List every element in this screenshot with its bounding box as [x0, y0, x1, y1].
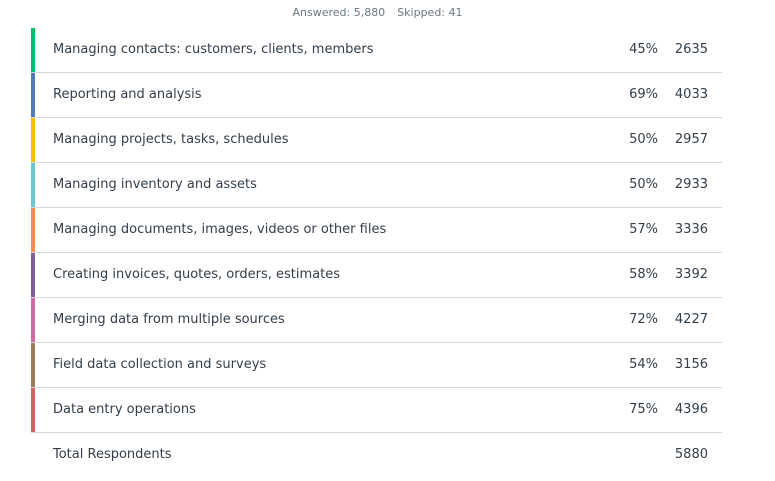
color-bar	[31, 253, 35, 297]
answer-percent: 58%	[629, 267, 658, 282]
answer-count: 4396	[674, 402, 708, 417]
answer-count: 4227	[674, 312, 708, 327]
answer-percent: 72%	[629, 312, 658, 327]
table-row: Managing documents, images, videos or ot…	[31, 208, 722, 253]
answer-label: Reporting and analysis	[53, 87, 202, 102]
answer-count: 2933	[674, 177, 708, 192]
color-bar	[31, 388, 35, 432]
answer-count: 3336	[674, 222, 708, 237]
table-row: Managing inventory and assets 50% 2933	[31, 163, 722, 208]
table-row: Managing projects, tasks, schedules 50% 29…	[31, 118, 722, 163]
table-row: Managing contacts: customers, clients, m…	[31, 28, 722, 73]
total-value: 5880	[674, 447, 708, 462]
answer-count: 4033	[674, 87, 708, 102]
total-row: Total Respondents 5880	[31, 433, 722, 477]
color-bar	[31, 118, 35, 162]
answer-count: 3156	[674, 357, 708, 372]
table-row: Merging data from multiple sources 72% 422…	[31, 298, 722, 343]
answer-label: Managing projects, tasks, schedules	[53, 132, 289, 147]
answer-label: Data entry operations	[53, 402, 196, 417]
color-bar	[31, 343, 35, 387]
answer-percent: 69%	[629, 87, 658, 102]
response-summary: Answered: 5,880 Skipped: 41	[0, 6, 755, 19]
answered-count: Answered: 5,880	[292, 6, 386, 19]
answer-count: 2957	[674, 132, 708, 147]
answer-count: 2635	[674, 42, 708, 57]
total-label: Total Respondents	[53, 447, 172, 462]
answer-percent: 54%	[629, 357, 658, 372]
color-bar	[31, 298, 35, 342]
color-bar	[31, 73, 35, 117]
skipped-count: Skipped: 41	[397, 6, 463, 19]
color-bar	[31, 28, 35, 72]
answer-percent: 75%	[629, 402, 658, 417]
answer-label: Creating invoices, quotes, orders, estim…	[53, 267, 340, 282]
answer-label: Managing documents, images, videos or ot…	[53, 222, 387, 237]
answer-percent: 45%	[629, 42, 658, 57]
answer-label: Merging data from multiple sources	[53, 312, 285, 327]
answer-label: Managing contacts: customers, clients, m…	[53, 42, 374, 57]
answer-label: Managing inventory and assets	[53, 177, 257, 192]
table-row: Data entry operations 75% 4396	[31, 388, 722, 433]
table-row: Field data collection and surveys 54% 3156	[31, 343, 722, 388]
answer-percent: 57%	[629, 222, 658, 237]
color-bar	[31, 163, 35, 207]
answer-count: 3392	[674, 267, 708, 282]
answer-label: Field data collection and surveys	[53, 357, 267, 372]
answer-percent: 50%	[629, 132, 658, 147]
color-bar	[31, 208, 35, 252]
results-table: Managing contacts: customers, clients, m…	[31, 28, 722, 477]
table-row: Reporting and analysis 69% 4033	[31, 73, 722, 118]
answer-percent: 50%	[629, 177, 658, 192]
table-row: Creating invoices, quotes, orders, estim…	[31, 253, 722, 298]
